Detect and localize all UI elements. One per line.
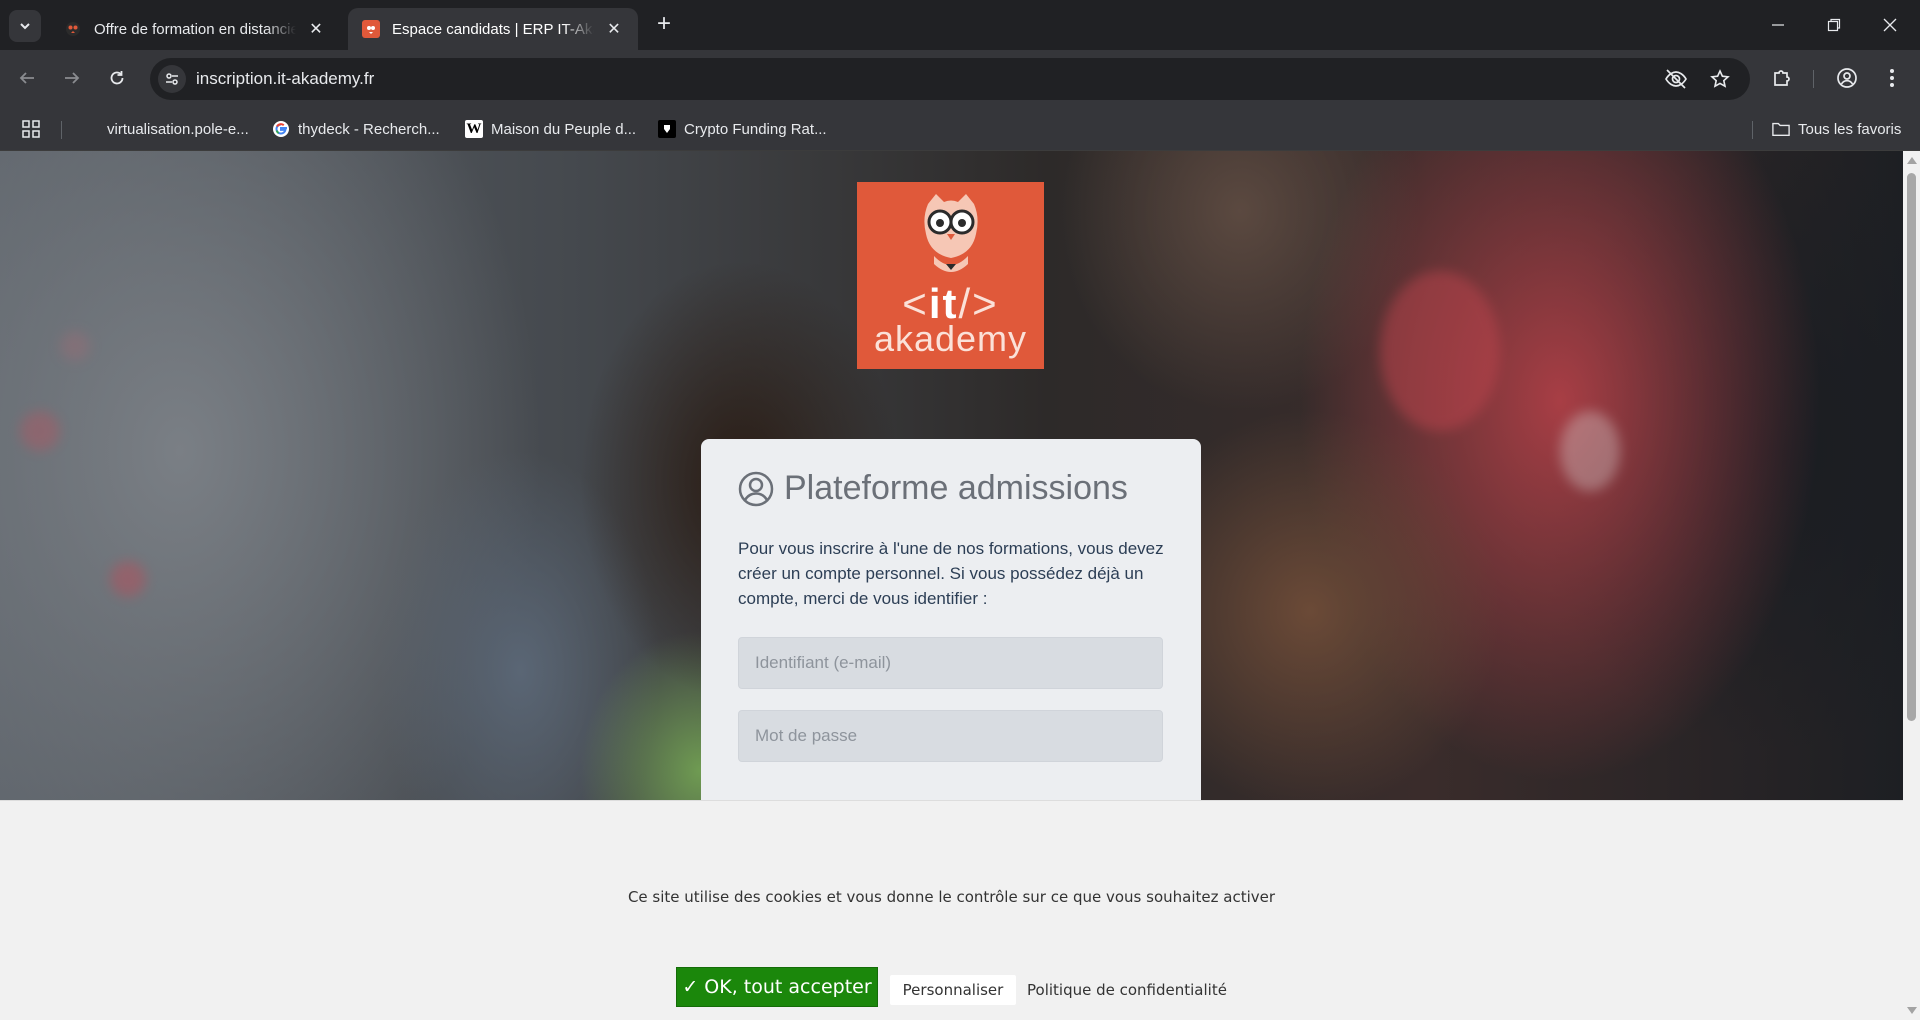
bookmark-crypto-funding[interactable]: Crypto Funding Rat... [658,108,827,150]
scroll-down-arrow[interactable] [1907,1007,1917,1014]
tune-icon [166,73,178,85]
privacy-policy-link[interactable]: Politique de confidentialité [1027,975,1227,1005]
close-window-button[interactable] [1862,0,1918,50]
it-akademy-logo: <it/> akademy [857,182,1044,369]
cookie-banner: Ce site utilise des cookies et vous donn… [0,800,1903,1020]
back-button[interactable] [11,62,43,94]
bookmark-star-button[interactable] [1708,67,1732,91]
puzzle-icon [1774,70,1790,86]
chevron-down-icon [20,23,30,30]
tracking-protection-button[interactable] [1664,67,1688,91]
it-akademy-favicon-icon [64,20,82,38]
email-input[interactable] [739,638,1162,688]
accept-all-cookies-button[interactable]: ✓ OK, tout accepter [676,967,878,1007]
page-content: <it/> akademy Plateforme admissions Pour… [0,151,1903,1020]
user-circle-icon [738,471,774,506]
tab-title: Offre de formation en distanciel [94,20,296,38]
card-title-text: Plateforme admissions [784,469,1128,507]
tab-strip: Offre de formation en distanciel ✕ Espac… [0,0,1920,50]
more-vertical-icon [1890,69,1894,87]
password-field-wrapper [738,710,1163,762]
bookmark-virtualisation[interactable]: virtualisation.pole-e... [107,108,249,150]
star-icon [1710,69,1730,88]
logo-akademy-text: akademy [873,318,1028,359]
close-tab-icon[interactable]: ✕ [604,19,624,39]
card-title: Plateforme admissions [738,469,1164,508]
bookmarks-bar: virtualisation.pole-e... thydeck - Reche… [0,108,1920,151]
email-field-wrapper [738,637,1163,689]
cookie-message: Ce site utilise des cookies et vous donn… [627,888,1276,906]
tab-offre-formation[interactable]: Offre de formation en distanciel ✕ [50,8,340,50]
tab-title: Espace candidats | ERP IT-Akademy [392,20,594,38]
customize-cookies-button[interactable]: Personnaliser [890,975,1016,1005]
bookmark-maison-du-peuple[interactable]: W Maison du Peuple d... [465,108,636,150]
toolbar-divider [1813,70,1814,88]
password-input[interactable] [739,711,1162,761]
minimize-icon [1772,24,1784,26]
address-bar[interactable]: inscription.it-akademy.fr [150,58,1750,100]
url-text[interactable]: inscription.it-akademy.fr [196,58,374,100]
scroll-up-arrow[interactable] [1907,157,1917,164]
browser-toolbar: inscription.it-akademy.fr [0,50,1920,108]
restore-button[interactable] [1806,0,1862,50]
forward-button[interactable] [56,62,88,94]
bookmark-label: virtualisation.pole-e... [107,120,249,138]
extensions-button[interactable] [1770,66,1794,90]
arrow-left-icon [19,72,34,84]
it-akademy-favicon-icon [362,20,380,38]
reload-icon [110,71,124,85]
arrow-right-icon [65,72,80,84]
bookmark-thydeck[interactable]: thydeck - Recherch... [272,108,440,150]
bookmarks-divider [61,121,62,139]
card-intro-text: Pour vous inscrire à l'une de nos format… [738,539,1164,608]
bookmark-label: Maison du Peuple d... [491,120,637,138]
tab-search-button[interactable] [9,10,41,42]
background-photo: <it/> akademy Plateforme admissions Pour… [0,151,1903,800]
bookmarks-divider [1752,121,1753,139]
tab-espace-candidats[interactable]: Espace candidats | ERP IT-Akademy ✕ [348,8,638,50]
google-icon [272,120,290,138]
close-tab-icon[interactable]: ✕ [306,19,326,39]
login-card: Plateforme admissions Pour vous inscrire… [701,439,1201,800]
eye-off-icon [1665,69,1687,89]
site-info-button[interactable] [158,65,186,93]
all-bookmarks-button[interactable]: Tous les favoris [1772,108,1901,150]
new-tab-button[interactable]: + [652,10,676,37]
all-bookmarks-label: Tous les favoris [1798,120,1902,138]
restore-icon [1827,18,1841,32]
owl-mascot-icon [923,194,978,272]
crypto-site-icon [658,120,676,138]
profile-button[interactable] [1835,66,1859,90]
close-icon [1883,18,1897,32]
page-scrollbar[interactable] [1903,151,1920,1020]
apps-button[interactable] [22,108,40,150]
reload-button[interactable] [101,62,133,94]
bookmark-label: thydeck - Recherch... [298,120,440,138]
folder-icon [1772,120,1790,138]
minimize-button[interactable] [1750,0,1806,50]
apps-grid-icon [22,120,40,138]
wikipedia-icon: W [465,120,483,138]
scrollbar-thumb[interactable] [1907,173,1916,721]
account-circle-icon [1837,68,1857,88]
bookmark-label: Crypto Funding Rat... [684,120,827,138]
browser-menu-button[interactable] [1880,66,1904,90]
